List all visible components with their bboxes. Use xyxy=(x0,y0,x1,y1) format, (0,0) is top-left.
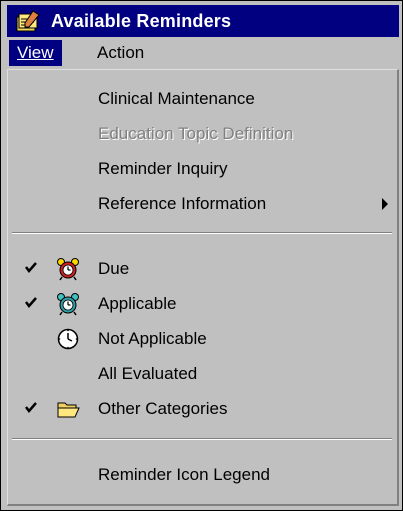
menu-item-label: Reminder Inquiry xyxy=(98,159,228,178)
available-reminders-window: Available Reminders View Action Clinical… xyxy=(0,0,403,511)
menu-item-due[interactable]: Due xyxy=(8,254,396,284)
menu-view-label: View xyxy=(17,43,54,62)
menu-item-not-applicable[interactable]: Not Applicable xyxy=(8,324,396,354)
menu-item-label: Due xyxy=(98,259,130,278)
menu-item-reminder-icon-legend[interactable]: Reminder Icon Legend xyxy=(8,460,396,490)
menu-item-reminder-inquiry[interactable]: Reminder Inquiry xyxy=(8,154,396,184)
window-title: Available Reminders xyxy=(51,11,232,31)
checkmark-icon xyxy=(25,402,37,413)
menu-item-clinical-maintenance[interactable]: Clinical Maintenance xyxy=(8,84,396,114)
menu-action-label: Action xyxy=(97,43,145,62)
menu-item-label: Not Applicable xyxy=(98,329,207,348)
alarm-clock-blue-icon xyxy=(57,293,79,316)
menu-item-label: Clinical Maintenance xyxy=(98,89,255,108)
menu-item-other-categories[interactable]: Other Categories xyxy=(8,394,396,424)
alarm-clock-red-icon xyxy=(57,258,79,281)
menu-bar: View Action xyxy=(7,37,399,69)
clock-icon xyxy=(57,328,79,350)
menu-item-all-evaluated[interactable]: All Evaluated xyxy=(8,359,396,389)
menu-separator xyxy=(12,438,392,440)
menu-item-applicable[interactable]: Applicable xyxy=(8,289,396,319)
title-bar: Available Reminders xyxy=(7,5,399,37)
menu-item-education-topic-definition: Education Topic Definition xyxy=(8,119,396,149)
checkmark-icon xyxy=(25,262,37,273)
menu-view[interactable]: View xyxy=(9,40,62,66)
menu-item-label: All Evaluated xyxy=(98,364,198,383)
menu-separator xyxy=(12,232,392,234)
menu-item-label: Education Topic Definition xyxy=(98,124,294,143)
menu-item-label: Reminder Icon Legend xyxy=(98,465,271,484)
reminders-notepad-icon xyxy=(16,10,40,32)
menu-item-reference-information[interactable]: Reference Information xyxy=(8,189,396,219)
menu-item-label: Applicable xyxy=(98,294,177,313)
checkmark-icon xyxy=(25,297,37,308)
submenu-arrow-icon xyxy=(382,198,388,210)
menu-item-label: Other Categories xyxy=(98,399,228,418)
view-dropdown-menu: Clinical Maintenance Education Topic Def… xyxy=(7,69,399,506)
folder-open-icon xyxy=(57,402,80,418)
menu-item-label: Reference Information xyxy=(98,194,267,213)
menu-action[interactable]: Action xyxy=(89,40,152,66)
